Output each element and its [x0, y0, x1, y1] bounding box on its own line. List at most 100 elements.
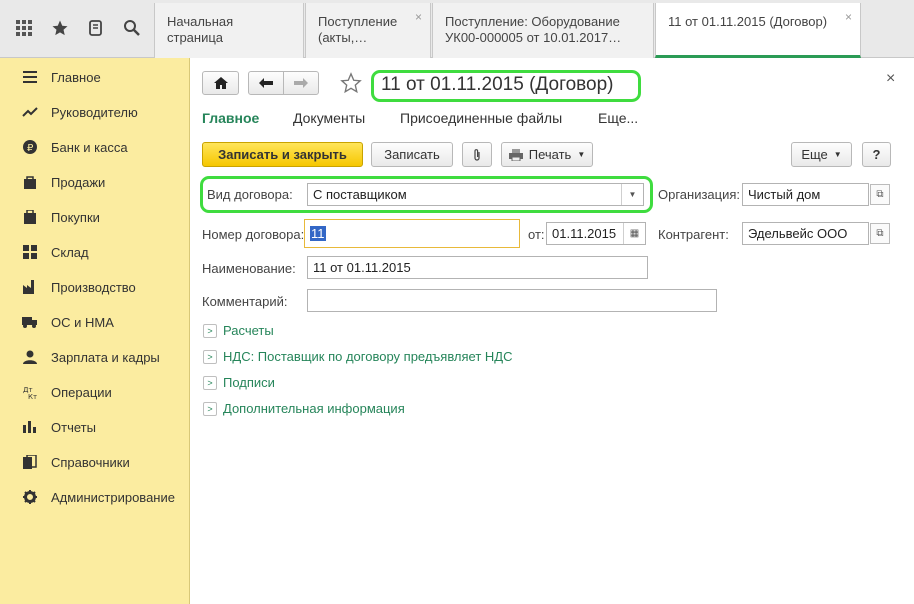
- gear-icon: [20, 490, 40, 504]
- contract-type-select[interactable]: С поставщиком ▼: [307, 183, 644, 206]
- sidebar-item-label: Продажи: [51, 174, 106, 190]
- sidebar-item-manager[interactable]: Руководителю: [0, 97, 190, 127]
- sidebar-item-main[interactable]: Главное: [0, 62, 190, 92]
- trend-icon: [20, 106, 40, 118]
- arrow-left-icon: [259, 78, 273, 88]
- contract-type-label: Вид договора:: [207, 187, 293, 202]
- group-label: Дополнительная информация: [223, 401, 405, 416]
- group-vat[interactable]: > НДС: Поставщик по договору предъявляет…: [203, 349, 513, 364]
- printer-icon: [508, 148, 523, 161]
- attach-button[interactable]: [462, 142, 492, 167]
- organization-label: Организация:: [658, 187, 741, 202]
- counterparty-field[interactable]: Эдельвейс ООО: [742, 222, 869, 245]
- sidebar-item-label: Зарплата и кадры: [51, 349, 160, 365]
- name-label: Наименование:: [202, 261, 296, 276]
- group-additional-info[interactable]: > Дополнительная информация: [203, 401, 405, 416]
- apps-grid-icon[interactable]: [10, 14, 38, 42]
- group-payments[interactable]: > Расчеты: [203, 323, 274, 338]
- truck-icon: [20, 316, 40, 328]
- sidebar-item-salary[interactable]: Зарплата и кадры: [0, 342, 190, 372]
- star-icon[interactable]: [46, 14, 74, 42]
- people-icon: [20, 350, 40, 364]
- sidebar-item-label: Склад: [51, 244, 89, 260]
- sidebar-item-label: ОС и НМА: [51, 314, 114, 330]
- favorite-star-icon[interactable]: [340, 72, 362, 97]
- tab-label: 11 от 01.11.2015 (Договор): [668, 14, 828, 29]
- tab-contract[interactable]: 11 от 01.11.2015 (Договор) ×: [655, 3, 861, 58]
- search-icon[interactable]: [118, 14, 146, 42]
- save-button[interactable]: Записать: [371, 142, 453, 167]
- factory-icon: [20, 280, 40, 294]
- sidebar-item-purchases[interactable]: Покупки: [0, 202, 190, 232]
- tab-label: Начальная страница: [167, 14, 234, 45]
- chevron-right-icon: >: [203, 401, 217, 416]
- name-input[interactable]: 11 от 01.11.2015: [307, 256, 648, 279]
- sidebar-item-label: Главное: [51, 69, 101, 85]
- open-icon[interactable]: ⧉: [870, 223, 890, 244]
- sidebar-item-label: Администрирование: [51, 489, 175, 505]
- date-label: от:: [528, 227, 545, 242]
- close-form-icon[interactable]: ×: [886, 70, 895, 88]
- sidebar-item-label: Банк и касса: [51, 139, 128, 155]
- sidebar-item-label: Производство: [51, 279, 136, 295]
- more-label: Еще: [801, 147, 828, 162]
- group-label: НДС: Поставщик по договору предъявляет Н…: [223, 349, 513, 364]
- tab-label: Поступление (акты,…: [318, 14, 398, 45]
- sidebar-item-warehouse[interactable]: Склад: [0, 237, 190, 267]
- tab-receipt-equipment[interactable]: Поступление: Оборудование УК00-000005 от…: [432, 3, 654, 58]
- cart-icon: [20, 210, 40, 224]
- sidebar-item-label: Операции: [51, 384, 112, 400]
- help-button[interactable]: ?: [862, 142, 891, 167]
- document-form: 11 от 01.11.2015 (Договор) × Главное Док…: [191, 58, 914, 604]
- chevron-down-icon[interactable]: ▼: [621, 184, 643, 205]
- history-icon[interactable]: [82, 14, 110, 42]
- tab-receipts-acts[interactable]: Поступление (акты,… ×: [305, 3, 431, 58]
- save-and-close-button[interactable]: Записать и закрыть: [202, 142, 363, 167]
- sidebar-item-label: Отчеты: [51, 419, 96, 435]
- top-bar: Начальная страница Поступление (акты,… ×…: [0, 0, 914, 58]
- tab-documents[interactable]: Документы: [293, 110, 365, 126]
- group-signatures[interactable]: > Подписи: [203, 375, 275, 390]
- print-button[interactable]: Печать ▼: [501, 142, 593, 167]
- organization-field[interactable]: Чистый дом: [742, 183, 869, 206]
- home-button[interactable]: [202, 71, 239, 95]
- close-icon[interactable]: ×: [845, 9, 852, 25]
- ruble-icon: ₽: [20, 140, 40, 154]
- sidebar-item-operations[interactable]: Дт Кт Операции: [0, 377, 190, 407]
- close-icon[interactable]: ×: [415, 9, 422, 25]
- comment-label: Комментарий:: [202, 294, 288, 309]
- tab-label: Поступление: Оборудование УК00-000005 от…: [445, 14, 622, 45]
- sidebar-item-label: Покупки: [51, 209, 100, 225]
- contract-number-input[interactable]: 11: [304, 219, 520, 248]
- tab-attached-files[interactable]: Присоединенные файлы: [400, 110, 562, 126]
- back-button[interactable]: [248, 71, 284, 95]
- tab-main[interactable]: Главное: [202, 110, 259, 126]
- open-icon[interactable]: ⧉: [870, 184, 890, 205]
- sidebar-item-production[interactable]: Производство: [0, 272, 190, 302]
- chevron-down-icon: ▼: [577, 150, 586, 159]
- sidebar-item-directories[interactable]: Справочники: [0, 447, 190, 477]
- date-input[interactable]: 01.11.2015 ▦: [546, 222, 646, 245]
- sidebar-item-reports[interactable]: Отчеты: [0, 412, 190, 442]
- contract-number-value: 11: [310, 226, 326, 241]
- menu-icon: [20, 71, 40, 83]
- warehouse-icon: [20, 245, 40, 259]
- sidebar: Главное Руководителю ₽ Банк и касса Прод…: [0, 58, 190, 604]
- sidebar-item-bank[interactable]: ₽ Банк и касса: [0, 132, 190, 162]
- calendar-icon[interactable]: ▦: [623, 223, 645, 244]
- sidebar-item-fixed-assets[interactable]: ОС и НМА: [0, 307, 190, 337]
- contract-number-label: Номер договора:: [202, 227, 305, 242]
- sidebar-item-label: Справочники: [51, 454, 130, 470]
- tab-home[interactable]: Начальная страница: [154, 3, 304, 58]
- tab-more[interactable]: Еще...: [598, 110, 638, 126]
- sidebar-item-admin[interactable]: Администрирование: [0, 482, 190, 512]
- counterparty-value: Эдельвейс ООО: [748, 226, 848, 241]
- svg-text:₽: ₽: [27, 143, 34, 154]
- sidebar-item-sales[interactable]: Продажи: [0, 167, 190, 197]
- more-actions-button[interactable]: Еще ▼: [791, 142, 852, 167]
- forward-button[interactable]: [283, 71, 319, 95]
- name-value: 11 от 01.11.2015: [313, 260, 411, 275]
- contract-type-value: С поставщиком: [313, 187, 407, 202]
- comment-input[interactable]: [307, 289, 717, 312]
- date-value: 01.11.2015: [552, 226, 617, 241]
